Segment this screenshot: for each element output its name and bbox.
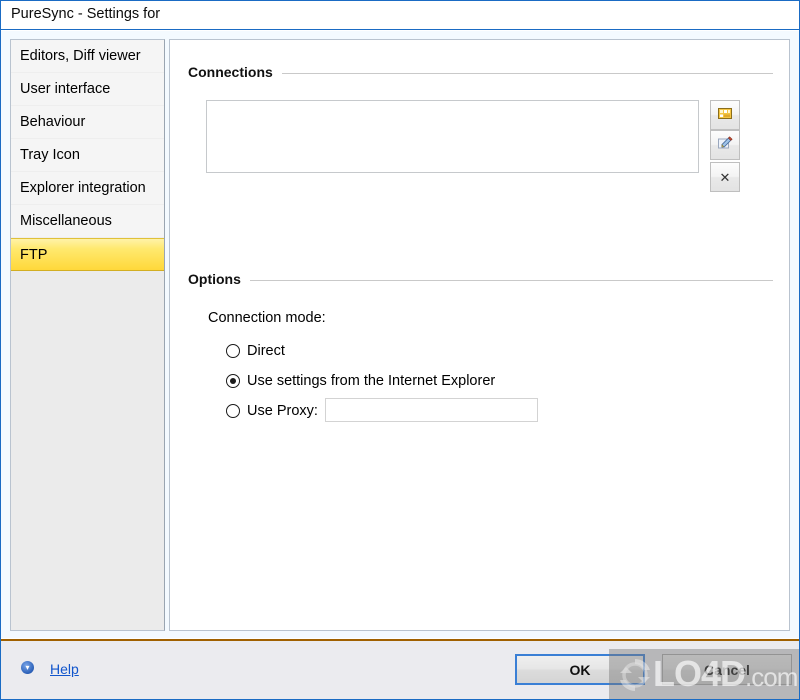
radio-option-use-proxy[interactable]: Use Proxy: (226, 401, 318, 421)
connection-mode-label: Connection mode: (208, 310, 326, 326)
sidebar-item-ftp[interactable]: FTP (11, 238, 164, 271)
title-bar: PureSync - Settings for (1, 1, 799, 30)
radio-circle-icon[interactable] (226, 404, 240, 418)
close-icon: ✕ (719, 169, 731, 185)
radio-option-direct[interactable]: Direct (226, 341, 285, 361)
radio-label: Use Proxy: (247, 403, 318, 419)
ok-button-label: OK (569, 661, 591, 678)
sidebar-item-label: Explorer integration (20, 180, 146, 196)
options-group-header: Options (188, 271, 773, 287)
group-divider (249, 279, 773, 281)
cancel-button-label: Cancel (704, 661, 750, 678)
ok-button[interactable]: OK (515, 654, 645, 685)
connections-group-header: Connections (188, 64, 773, 80)
sidebar-empty-area (11, 271, 164, 630)
sidebar-item-user-interface[interactable]: User interface (11, 73, 164, 106)
new-connection-icon (717, 105, 733, 126)
sidebar-item-editors-diff-viewer[interactable]: Editors, Diff viewer (11, 40, 164, 73)
connections-list-box[interactable] (206, 100, 699, 173)
sidebar-item-label: Behaviour (20, 114, 86, 130)
radio-circle-icon[interactable] (226, 344, 240, 358)
radio-label: Direct (247, 343, 285, 359)
settings-dialog-window: PureSync - Settings for Editors, Diff vi… (0, 0, 800, 700)
cancel-button[interactable]: Cancel (662, 654, 792, 685)
sidebar-item-explorer-integration[interactable]: Explorer integration (11, 172, 164, 205)
sidebar-item-miscellaneous[interactable]: Miscellaneous (11, 205, 164, 238)
edit-connection-button[interactable] (710, 130, 740, 160)
settings-category-sidebar[interactable]: Editors, Diff viewer User interface Beha… (10, 39, 165, 631)
help-icon[interactable]: ▾ (21, 661, 34, 674)
sidebar-item-label: Editors, Diff viewer (20, 48, 141, 64)
options-group-label: Options (188, 271, 241, 287)
connections-group-label: Connections (188, 64, 273, 80)
group-divider (281, 72, 773, 74)
radio-option-internet-explorer[interactable]: Use settings from the Internet Explorer (226, 371, 495, 391)
sidebar-item-tray-icon[interactable]: Tray Icon (11, 139, 164, 172)
sidebar-item-label: FTP (20, 247, 48, 263)
sidebar-item-label: Miscellaneous (20, 213, 112, 229)
radio-circle-icon-selected[interactable] (226, 374, 240, 388)
edit-pencil-icon (717, 135, 733, 156)
sidebar-item-label: User interface (20, 81, 111, 97)
radio-label: Use settings from the Internet Explorer (247, 373, 496, 389)
new-connection-button[interactable] (710, 100, 740, 130)
proxy-address-input[interactable] (325, 398, 538, 422)
dialog-client-area: Editors, Diff viewer User interface Beha… (1, 31, 799, 638)
help-link[interactable]: Help (50, 661, 79, 677)
sidebar-item-behaviour[interactable]: Behaviour (11, 106, 164, 139)
settings-content-panel: Connections ✕ Options Connection mode: D… (169, 39, 790, 631)
sidebar-item-label: Tray Icon (20, 147, 80, 163)
window-title: PureSync - Settings for (11, 6, 161, 22)
delete-connection-button[interactable]: ✕ (710, 162, 740, 192)
